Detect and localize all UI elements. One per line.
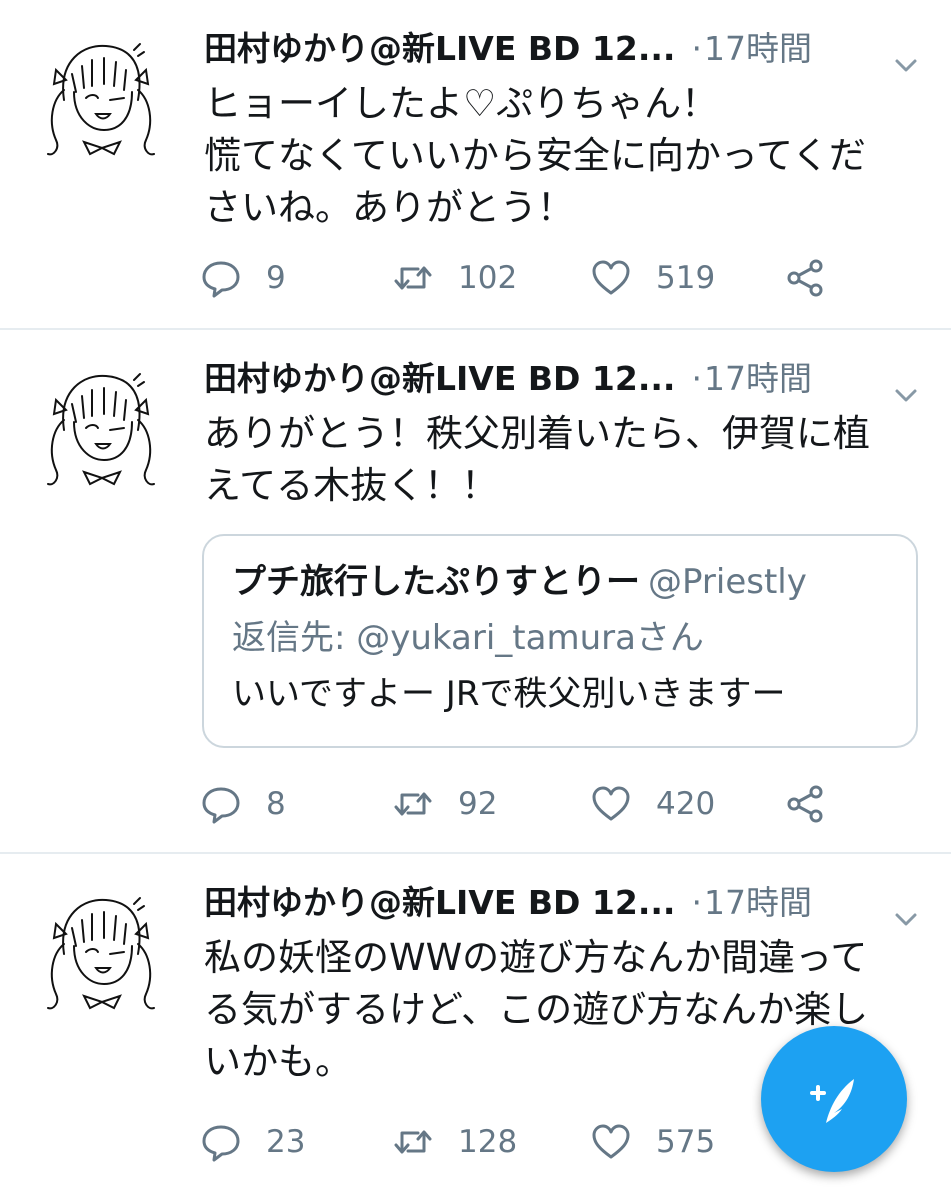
like-button[interactable]: 519 bbox=[590, 250, 715, 306]
tweet-text-line: ヒョーイしたよ♡ぷりちゃん！ bbox=[204, 82, 719, 125]
retweet-count: 128 bbox=[458, 1124, 518, 1160]
retweet-icon bbox=[394, 792, 432, 816]
tweet-text-line: 慌てなくていいから安全に向かってくだ bbox=[204, 134, 866, 177]
reply-icon bbox=[202, 1125, 240, 1162]
avatar-illustration bbox=[47, 897, 155, 1010]
share-icon bbox=[787, 785, 823, 823]
compose-tweet-button[interactable] bbox=[761, 1026, 907, 1172]
share-button[interactable] bbox=[784, 250, 826, 306]
tweet-actions: 9 102 519 bbox=[200, 250, 920, 306]
avatar[interactable] bbox=[34, 360, 170, 496]
quoted-tweet-header: プチ旅行したぷりすとりー @Priestly bbox=[232, 554, 890, 610]
like-count: 519 bbox=[656, 260, 716, 296]
chevron-down-icon[interactable] bbox=[894, 38, 918, 72]
timestamp[interactable]: 17時間 bbox=[704, 359, 812, 398]
quoted-author-handle: @Priestly bbox=[648, 562, 807, 602]
reply-button[interactable]: 23 bbox=[200, 1114, 305, 1170]
tweet[interactable]: 田村ゆかり@新LIVE BD 12... ·17時間 ヒョーイしたよ♡ぷりちゃん！… bbox=[0, 0, 951, 330]
like-button[interactable]: 420 bbox=[590, 776, 715, 832]
share-button[interactable] bbox=[784, 776, 826, 832]
chevron-down-icon[interactable] bbox=[894, 892, 918, 926]
avatar-illustration bbox=[47, 43, 155, 156]
separator-dot: · bbox=[691, 883, 702, 922]
tweet-header: 田村ゆかり@新LIVE BD 12... ·17時間 bbox=[204, 24, 934, 74]
like-button[interactable]: 575 bbox=[590, 1114, 715, 1170]
retweet-button[interactable]: 128 bbox=[392, 1114, 517, 1170]
separator-dot: · bbox=[691, 359, 702, 398]
like-count: 420 bbox=[656, 786, 716, 822]
retweet-count: 102 bbox=[458, 260, 518, 296]
tweet-text-line: ありがとう！秩父別着いたら、伊賀に植 bbox=[204, 412, 870, 455]
author-name[interactable]: 田村ゆかり@新LIVE BD 12... bbox=[204, 359, 675, 398]
reply-count: 9 bbox=[266, 260, 286, 296]
retweet-count: 92 bbox=[458, 786, 498, 822]
tweet-actions: 8 92 420 bbox=[200, 776, 920, 832]
timestamp[interactable]: 17時間 bbox=[704, 883, 812, 922]
retweet-icon bbox=[394, 266, 432, 290]
quoted-author-name: プチ旅行したぷりすとりー bbox=[232, 562, 640, 602]
retweet-icon bbox=[394, 1130, 432, 1154]
reply-button[interactable]: 8 bbox=[200, 776, 286, 832]
reply-button[interactable]: 9 bbox=[200, 250, 286, 306]
tweet-header: 田村ゆかり@新LIVE BD 12... ·17時間 bbox=[204, 354, 934, 404]
tweet-header: 田村ゆかり@新LIVE BD 12... ·17時間 bbox=[204, 878, 934, 928]
avatar[interactable] bbox=[34, 30, 170, 166]
tweet-text: ありがとう！秩父別着いたら、伊賀に植 えてる木抜く！！ bbox=[204, 408, 924, 512]
tweet[interactable]: 田村ゆかり@新LIVE BD 12... ·17時間 ありがとう！秩父別着いたら、… bbox=[0, 330, 951, 854]
avatar-illustration bbox=[47, 373, 155, 486]
heart-icon bbox=[592, 1124, 630, 1159]
quoted-tweet[interactable]: プチ旅行したぷりすとりー @Priestly 返信先: @yukari_tamur… bbox=[202, 534, 918, 748]
retweet-button[interactable]: 102 bbox=[392, 250, 517, 306]
timestamp[interactable]: 17時間 bbox=[704, 29, 812, 68]
tweet-text: ヒョーイしたよ♡ぷりちゃん！ 慌てなくていいから安全に向かってくだ さいね。あり… bbox=[204, 78, 924, 234]
avatar[interactable] bbox=[34, 884, 170, 1020]
tweet-text-line: さいね。ありがとう！ bbox=[204, 186, 574, 229]
tweet-text-line: 私の妖怪のWWの遊び方なんか間違って bbox=[204, 936, 868, 979]
reply-icon bbox=[202, 261, 240, 298]
share-icon bbox=[787, 259, 823, 297]
author-name[interactable]: 田村ゆかり@新LIVE BD 12... bbox=[204, 883, 675, 922]
reply-count: 8 bbox=[266, 786, 286, 822]
separator-dot: · bbox=[691, 29, 702, 68]
compose-tweet-icon bbox=[810, 1079, 854, 1123]
chevron-down-icon[interactable] bbox=[894, 368, 918, 402]
reply-icon bbox=[202, 787, 240, 824]
quoted-reply-to: 返信先: @yukari_tamuraさん bbox=[232, 618, 704, 658]
quoted-tweet-text: いいですよー JRで秩父別いきますー bbox=[232, 674, 786, 714]
retweet-button[interactable]: 92 bbox=[392, 776, 497, 832]
heart-icon bbox=[592, 260, 630, 295]
heart-icon bbox=[592, 786, 630, 821]
author-name[interactable]: 田村ゆかり@新LIVE BD 12... bbox=[204, 29, 675, 68]
tweet-text-line: えてる木抜く！！ bbox=[204, 464, 499, 507]
like-count: 575 bbox=[656, 1124, 716, 1160]
reply-count: 23 bbox=[266, 1124, 306, 1160]
